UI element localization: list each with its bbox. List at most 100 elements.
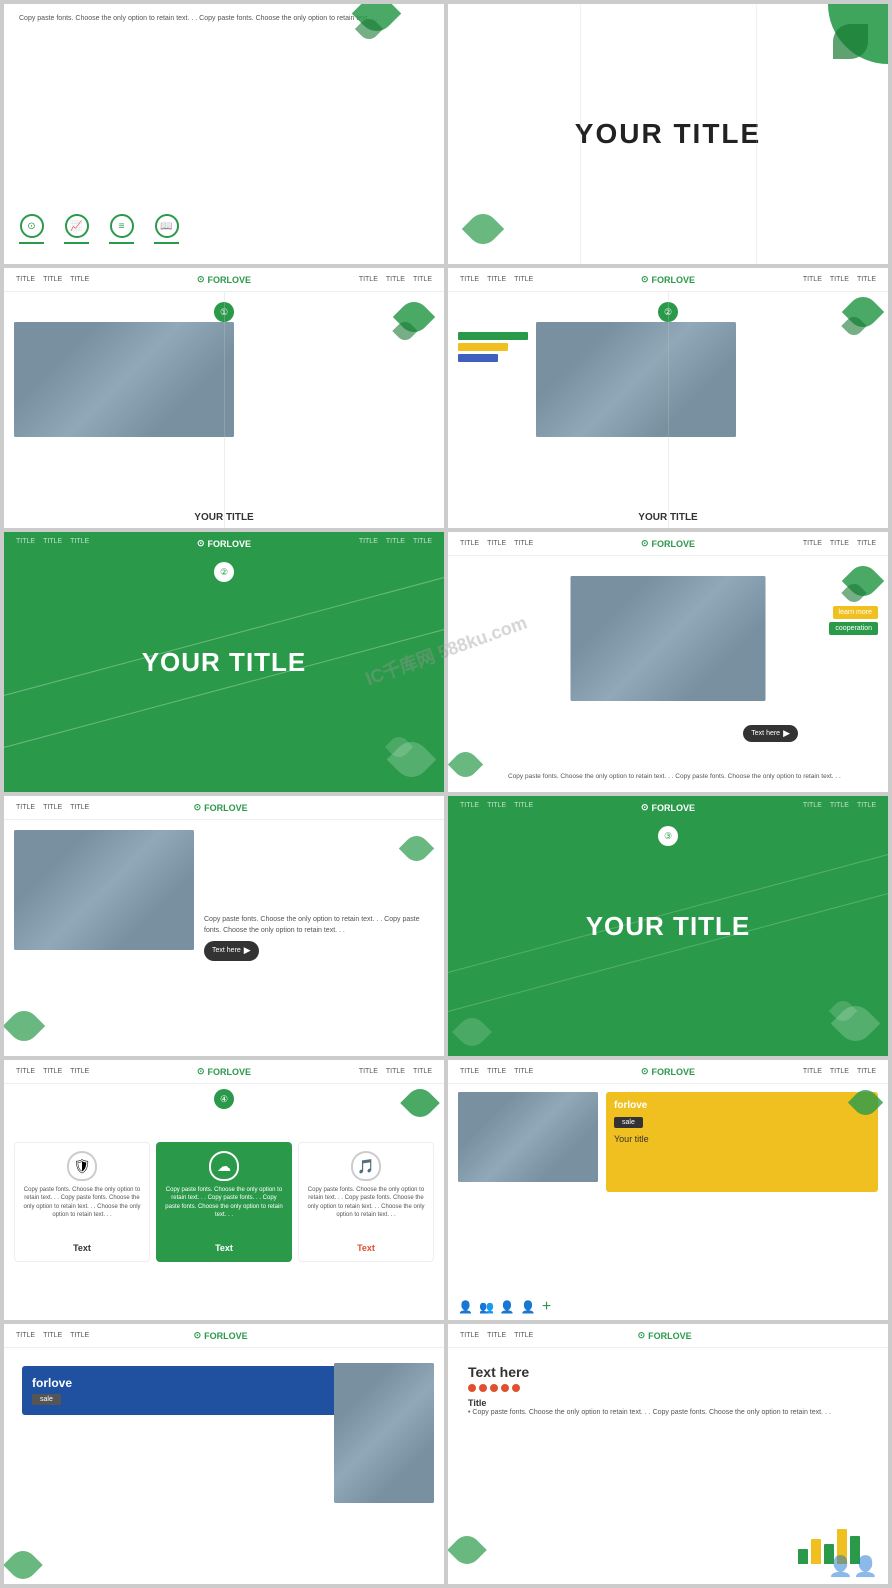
book-icon: 📖 <box>155 214 179 238</box>
nav-10-t1: TITLE <box>460 1068 479 1075</box>
nav-6-t5: TITLE <box>830 540 849 547</box>
yellow-content-area: forlove sale Your title <box>448 1084 888 1294</box>
text-here-main-title: Text here <box>468 1364 868 1380</box>
slide1-icons-row: ⊙ 📈 ≡ 📖 <box>19 204 429 254</box>
text-here-subtitle: Title <box>468 1398 868 1408</box>
handshake-photo <box>571 576 766 701</box>
leaf-top-right-2 <box>833 24 868 59</box>
nav-9-left: TITLE TITLE TITLE <box>16 1068 89 1075</box>
g-nav-t5: TITLE <box>386 538 405 549</box>
blue-panel-content: forlove sale 👥👤 <box>4 1348 444 1584</box>
shield-card-text-1: Copy paste fonts. Choose the only option… <box>23 1186 141 1220</box>
nav-4-t6: TITLE <box>857 276 876 283</box>
handshake-body-text: Copy paste fonts. Choose the only option… <box>508 772 878 782</box>
nav-6-t2: TITLE <box>487 540 506 547</box>
g2-t2: TITLE <box>487 802 506 813</box>
bottom-icons-row: 👤 👥 👤 👤 + <box>448 1294 888 1320</box>
cloud-icon: ☁ <box>209 1151 239 1181</box>
nav-12-left: TITLE TITLE TITLE <box>460 1332 533 1339</box>
green2-hero-title: YOUR TITLE <box>586 911 751 942</box>
dot-5 <box>512 1384 520 1392</box>
text-here-label-7: Text here <box>212 946 241 957</box>
photo-text-area: Copy paste fonts. Choose the only option… <box>204 830 434 1046</box>
nav-right-items: TITLE TITLE TITLE <box>359 276 432 283</box>
forlove-title: forlove <box>614 1100 870 1111</box>
slide-green-hero: TITLE TITLE TITLE ⊙ FORLOVE TITLE TITLE … <box>4 532 444 792</box>
shield-label-2: Text <box>215 1243 233 1253</box>
diag-line-hero-2 <box>4 574 444 792</box>
nav-7-left: TITLE TITLE TITLE <box>16 804 89 811</box>
nav-9-t3: TITLE <box>70 1068 89 1075</box>
photo-text-photo <box>14 830 194 950</box>
nav-10-right: TITLE TITLE TITLE <box>803 1068 876 1075</box>
blue-sale-btn[interactable]: sale <box>32 1394 61 1405</box>
slide4-content: ② <box>448 292 888 528</box>
g2-logo-icon: ⊙ <box>641 802 649 813</box>
nav-10-t4: TITLE <box>803 1068 822 1075</box>
person-icon-2: 👤 <box>500 1300 515 1314</box>
orange-dots <box>468 1384 868 1392</box>
slide-shields: TITLE TITLE TITLE ⊙ FORLOVE TITLE TITLE … <box>4 1060 444 1320</box>
sale-btn[interactable]: sale <box>614 1117 643 1128</box>
list-icon: ≡ <box>110 214 134 238</box>
nav-item-title-4: TITLE <box>359 276 378 283</box>
shield-card-1: 🛡 Copy paste fonts. Choose the only opti… <box>14 1142 150 1262</box>
green-hero-title: YOUR TITLE <box>142 647 307 678</box>
green-hero-num: ② <box>214 562 234 582</box>
logo-6-name: FORLOVE <box>652 539 696 549</box>
g-nav-t1: TITLE <box>16 538 35 549</box>
nav-bar-11: TITLE TITLE TITLE ⊙ FORLOVE <box>4 1324 444 1348</box>
nav-10-t3: TITLE <box>514 1068 533 1075</box>
nav-9-t2: TITLE <box>43 1068 62 1075</box>
g2-t5: TITLE <box>830 802 849 813</box>
shield-card-3: 🎵 Copy paste fonts. Choose the only opti… <box>298 1142 434 1262</box>
nav-9-t5: TITLE <box>386 1068 405 1075</box>
vertical-line-4 <box>668 292 669 528</box>
nav-7-t3: TITLE <box>70 804 89 811</box>
logo-7-name: FORLOVE <box>204 803 248 813</box>
g-nav-t3: TITLE <box>70 538 89 549</box>
bar-blue <box>458 354 498 362</box>
g-logo-name: FORLOVE <box>208 539 252 549</box>
person-silhouettes-12: 👤👤 <box>828 1554 878 1579</box>
slide-yellow-panel: TITLE TITLE TITLE ⊙ FORLOVE TITLE TITLE … <box>448 1060 888 1320</box>
nav-6-t3: TITLE <box>514 540 533 547</box>
nav-4-t3: TITLE <box>514 276 533 283</box>
nav-item-title-6: TITLE <box>413 276 432 283</box>
nav-left-items: TITLE TITLE TITLE <box>16 276 89 283</box>
nav-logo-7: ⊙ FORLOVE <box>194 802 248 813</box>
shield-label-3: Text <box>357 1243 375 1253</box>
logo-10-name: FORLOVE <box>652 1067 696 1077</box>
handshake-svg <box>571 576 766 701</box>
nav-6-t4: TITLE <box>803 540 822 547</box>
slide-handshake: TITLE TITLE TITLE ⊙ FORLOVE TITLE TITLE … <box>448 532 888 792</box>
nav-11-t3: TITLE <box>70 1332 89 1339</box>
green2-logo: ⊙ FORLOVE <box>641 802 695 813</box>
text-here-btn-7[interactable]: Text here ▶ <box>204 941 259 961</box>
icon-line-4 <box>154 242 179 244</box>
dot-4 <box>501 1384 509 1392</box>
nav-item-title-3: TITLE <box>70 276 89 283</box>
nav-9-right: TITLE TITLE TITLE <box>359 1068 432 1075</box>
dot-3 <box>490 1384 498 1392</box>
nav-bar-12: TITLE TITLE TITLE ⊙ FORLOVE <box>448 1324 888 1348</box>
green-hero-logo: ⊙ FORLOVE <box>197 538 251 549</box>
logo-11-icon: ⊙ <box>194 1330 202 1341</box>
nav-10-t5: TITLE <box>830 1068 849 1075</box>
shield-label-1: Text <box>73 1243 91 1253</box>
dot-2 <box>479 1384 487 1392</box>
logo-9-icon: ⊙ <box>197 1066 205 1077</box>
nav-logo-6: ⊙ FORLOVE <box>641 538 695 549</box>
logo-12-icon: ⊙ <box>638 1330 646 1341</box>
slide-green-hero-2: TITLE TITLE TITLE ⊙ FORLOVE TITLE TITLE … <box>448 796 888 1056</box>
nav-6-t6: TITLE <box>857 540 876 547</box>
green2-num: ③ <box>658 826 678 846</box>
logo-11-name: FORLOVE <box>204 1331 248 1341</box>
text-here-button[interactable]: Text here ▶ <box>743 725 798 742</box>
nav-bar-4: TITLE TITLE TITLE ⊙ FORLOVE TITLE TITLE … <box>448 268 888 292</box>
arrow-7: ▶ <box>244 944 251 958</box>
person-icon-3: 👤 <box>521 1300 536 1314</box>
slide-meeting: TITLE TITLE TITLE ⊙ FORLOVE TITLE TITLE … <box>4 268 444 528</box>
g2-t6: TITLE <box>857 802 876 813</box>
nav-6-right: TITLE TITLE TITLE <box>803 540 876 547</box>
